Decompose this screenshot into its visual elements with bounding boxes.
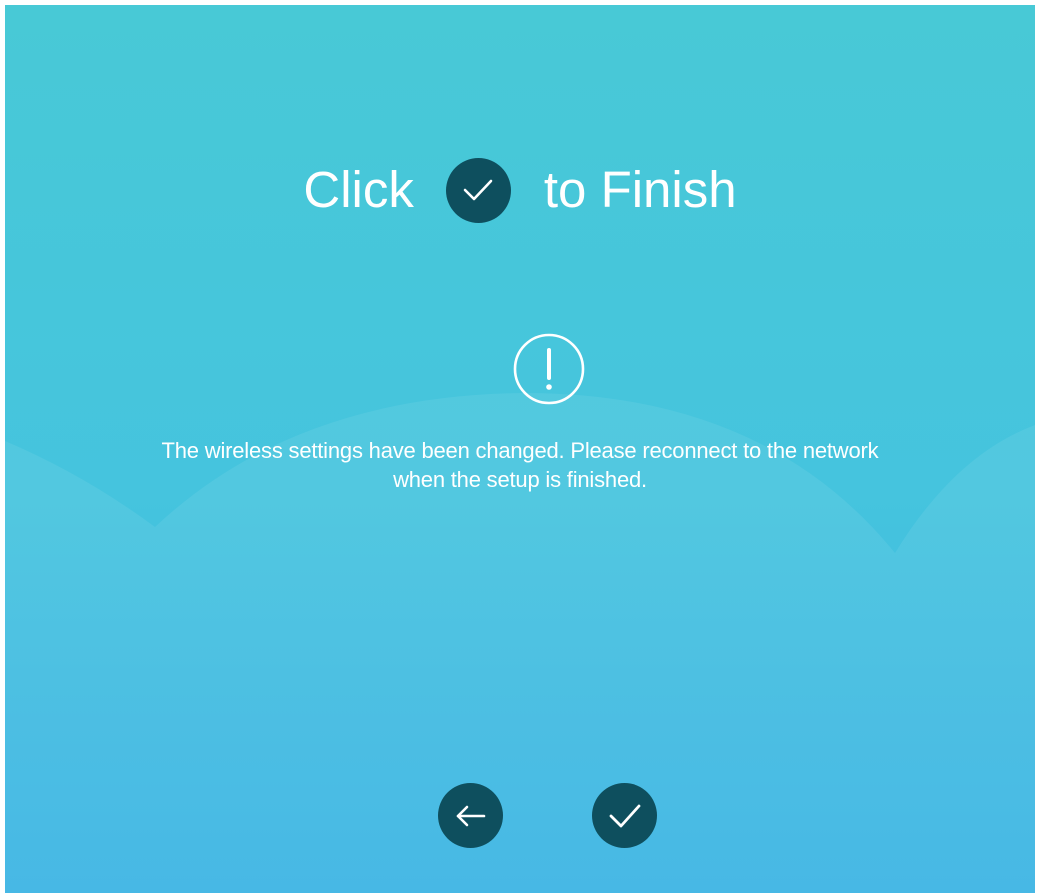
notice-message-line-2: when the setup is finished. <box>393 467 647 492</box>
check-icon <box>445 157 511 223</box>
check-icon <box>609 804 640 827</box>
notice-message: The wireless settings have been changed.… <box>65 436 975 494</box>
arrow-left-icon <box>456 805 485 826</box>
exclamation-circle-icon <box>513 333 585 405</box>
page-title: Click to Finish <box>5 153 1035 227</box>
title-text-before: Click <box>303 161 414 218</box>
finish-button[interactable] <box>592 783 657 848</box>
setup-finish-panel: Click to Finish The wireless settings ha… <box>5 5 1035 893</box>
notice-message-line-1: The wireless settings have been changed.… <box>161 438 879 463</box>
back-button[interactable] <box>438 783 503 848</box>
title-text-after: to Finish <box>543 161 737 218</box>
